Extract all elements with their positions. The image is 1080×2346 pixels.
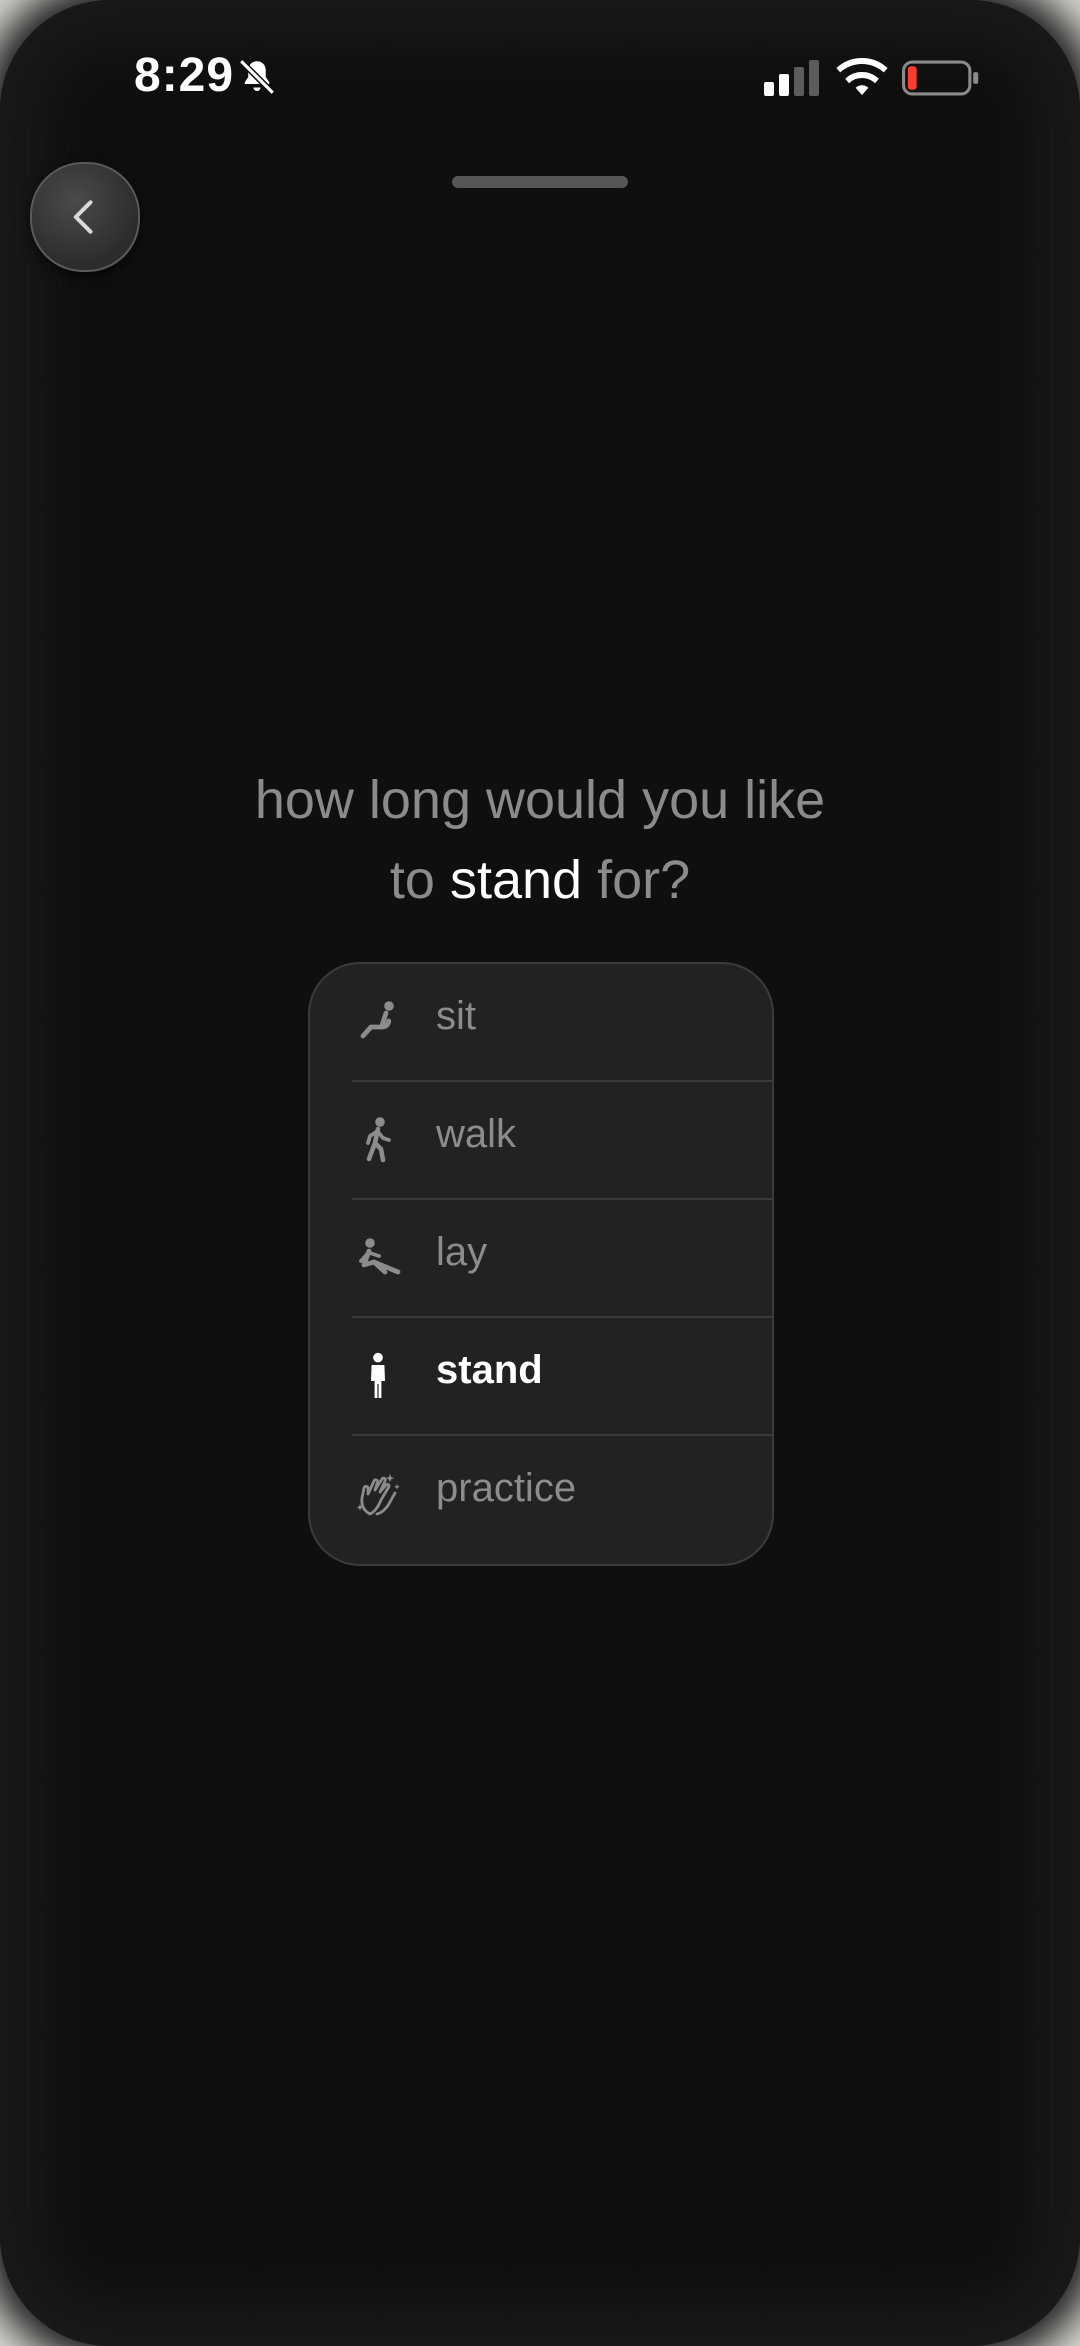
chevron-left-icon	[73, 200, 93, 234]
sheet-grabber[interactable]	[452, 176, 628, 188]
option-label: sit	[436, 994, 476, 1038]
prompt-activity: stand	[449, 850, 583, 910]
standing-person-icon	[371, 1352, 385, 1398]
activity-option-walk[interactable]: walk	[310, 1082, 772, 1198]
option-label: walk	[436, 1112, 517, 1156]
activity-option-sit[interactable]: sit	[310, 964, 772, 1080]
prompt-line-1: how long would you like	[254, 770, 826, 830]
clapping-hands-sparkles-icon	[356, 1474, 400, 1516]
activity-picker: sit walk lay stand practice	[308, 962, 774, 1566]
status-bar: 8:29	[0, 0, 1080, 150]
activity-option-lay[interactable]: lay	[310, 1200, 772, 1316]
status-time: 8:29	[134, 49, 235, 102]
wifi-icon	[836, 58, 888, 95]
battery-low-icon	[902, 60, 979, 96]
option-label: practice	[436, 1466, 577, 1510]
duration-prompt: how long would you like to stand for?	[140, 760, 940, 920]
stretching-person-icon	[359, 1238, 401, 1275]
walking-person-icon	[366, 1117, 391, 1163]
bell-slash-icon	[239, 59, 275, 95]
prompt-suffix: for?	[597, 850, 691, 910]
cellular-signal-icon	[764, 60, 819, 96]
activity-option-stand[interactable]: stand	[310, 1318, 772, 1434]
option-label: stand	[436, 1348, 543, 1392]
app-screen: 8:29 how long would you like to stand fo…	[0, 0, 1080, 2346]
prompt-prefix: to	[389, 850, 435, 910]
option-label: lay	[436, 1230, 488, 1274]
back-button[interactable]	[30, 162, 140, 272]
prompt-line-2: to stand for?	[140, 840, 940, 920]
sitting-person-icon	[360, 1001, 394, 1039]
activity-option-practice[interactable]: practice	[310, 1436, 772, 1552]
